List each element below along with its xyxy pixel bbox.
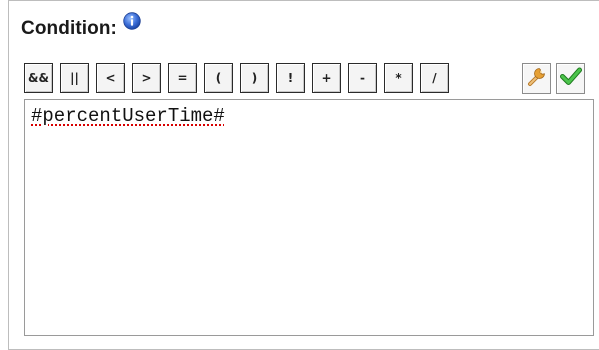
equals-button[interactable]: = — [168, 63, 197, 93]
condition-expression: #percentUserTime# — [31, 105, 225, 127]
condition-heading: Condition: — [21, 11, 141, 47]
less-than-button[interactable]: < — [96, 63, 125, 93]
and-operator-button[interactable]: && — [24, 63, 53, 93]
plus-operator-button[interactable]: + — [312, 63, 341, 93]
wrench-icon — [526, 65, 548, 92]
checkmark-icon — [559, 65, 582, 92]
validate-button[interactable] — [556, 63, 585, 94]
close-parenthesis-button[interactable]: ) — [240, 63, 269, 93]
edit-settings-button[interactable] — [522, 63, 551, 94]
or-operator-button[interactable]: || — [60, 63, 89, 93]
condition-editor[interactable]: #percentUserTime# — [24, 99, 594, 336]
info-icon[interactable] — [123, 12, 141, 30]
greater-than-button[interactable]: > — [132, 63, 161, 93]
open-parenthesis-button[interactable]: ( — [204, 63, 233, 93]
condition-label: Condition: — [21, 18, 117, 39]
minus-operator-button[interactable]: - — [348, 63, 377, 93]
divide-operator-button[interactable]: / — [420, 63, 449, 93]
multiply-operator-button[interactable]: * — [384, 63, 413, 93]
condition-panel: Condition: && || < > = ( ) ! + - * / #pe… — [8, 0, 599, 350]
not-operator-button[interactable]: ! — [276, 63, 305, 93]
